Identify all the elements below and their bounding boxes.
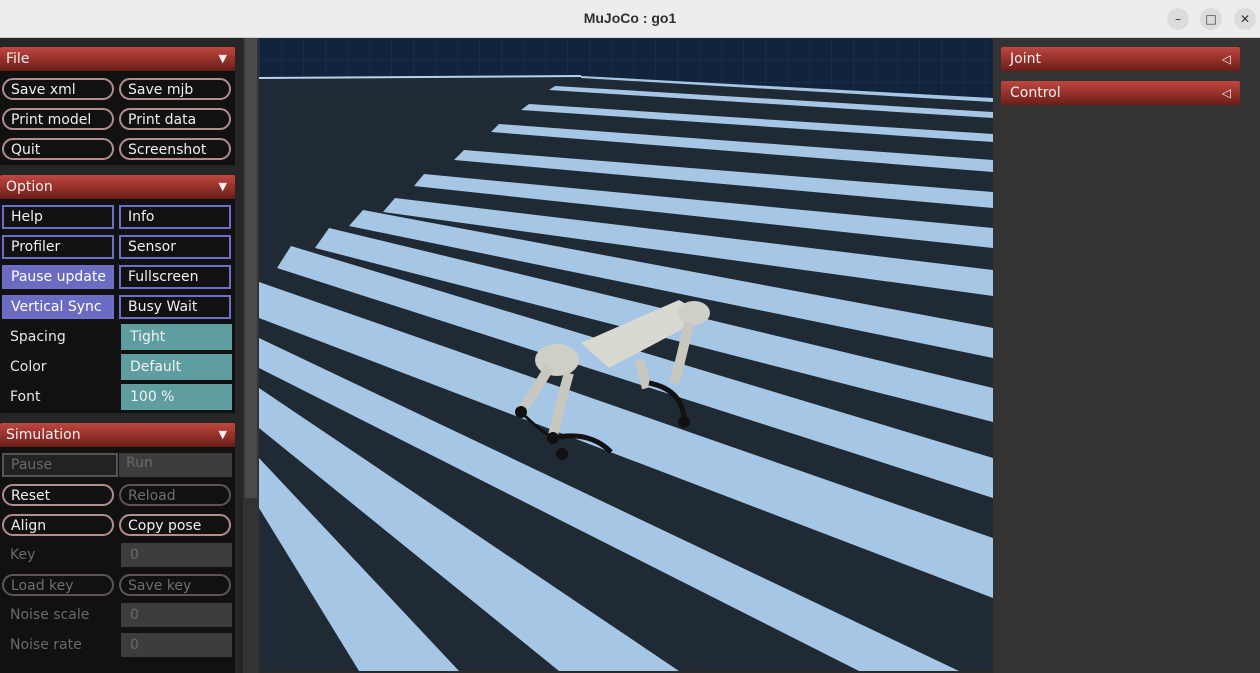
collapse-arrow-icon: ▼ [218, 52, 227, 65]
screenshot-button[interactable]: Screenshot [119, 138, 231, 160]
scrollbar-thumb[interactable] [245, 38, 257, 498]
profiler-toggle[interactable]: Profiler [2, 235, 114, 259]
option-section-title: Option [6, 179, 53, 195]
print-model-button[interactable]: Print model [2, 108, 114, 130]
save-xml-button[interactable]: Save xml [2, 78, 114, 100]
run-radio[interactable]: Run [119, 453, 232, 477]
simulation-section-title: Simulation [6, 427, 81, 443]
window-title: MuJoCo : go1 [583, 10, 677, 26]
fullscreen-toggle[interactable]: Fullscreen [119, 265, 231, 289]
reload-button[interactable]: Reload [119, 484, 231, 506]
3d-viewport[interactable] [259, 38, 993, 671]
maximize-icon[interactable]: □ [1200, 8, 1222, 30]
noise-rate-label: Noise rate [10, 637, 82, 653]
noise-rate-slider[interactable]: 0 [121, 633, 232, 657]
close-icon[interactable]: ✕ [1234, 8, 1256, 30]
scene-render [259, 38, 993, 671]
expand-arrow-icon: ◁ [1221, 86, 1231, 100]
busy-wait-toggle[interactable]: Busy Wait [119, 295, 231, 319]
vertical-sync-toggle[interactable]: Vertical Sync [2, 295, 114, 319]
key-slider[interactable]: 0 [121, 543, 232, 567]
simulation-section-header[interactable]: Simulation ▼ [0, 423, 235, 447]
font-label: Font [10, 389, 41, 405]
expand-arrow-icon: ◁ [1221, 52, 1231, 66]
color-label: Color [10, 359, 47, 375]
copy-pose-button[interactable]: Copy pose [119, 514, 231, 536]
file-section-header[interactable]: File ▼ [0, 47, 235, 71]
collapse-arrow-icon: ▼ [218, 180, 227, 193]
color-select[interactable]: Default [121, 354, 232, 380]
control-section-header[interactable]: Control ◁ [1001, 81, 1240, 105]
align-button[interactable]: Align [2, 514, 114, 536]
joint-section-title: Joint [1010, 51, 1041, 67]
print-data-button[interactable]: Print data [119, 108, 231, 130]
save-mjb-button[interactable]: Save mjb [119, 78, 231, 100]
spacing-select[interactable]: Tight [121, 324, 232, 350]
collapse-arrow-icon: ▼ [218, 428, 227, 441]
pause-radio[interactable]: Pause [2, 453, 118, 477]
sensor-toggle[interactable]: Sensor [119, 235, 231, 259]
title-bar: MuJoCo : go1 – □ ✕ [0, 0, 1260, 38]
file-section-title: File [6, 51, 30, 67]
noise-scale-slider[interactable]: 0 [121, 603, 232, 627]
minimize-icon[interactable]: – [1167, 8, 1189, 30]
right-ui-panel [993, 38, 1260, 673]
key-label: Key [10, 547, 36, 563]
spacing-label: Spacing [10, 329, 66, 345]
control-section-title: Control [1010, 85, 1061, 101]
load-key-button[interactable]: Load key [2, 574, 114, 596]
quit-button[interactable]: Quit [2, 138, 114, 160]
noise-scale-label: Noise scale [10, 607, 90, 623]
reset-button[interactable]: Reset [2, 484, 114, 506]
info-toggle[interactable]: Info [119, 205, 231, 229]
save-key-button[interactable]: Save key [119, 574, 231, 596]
option-section-header[interactable]: Option ▼ [0, 175, 235, 199]
joint-section-header[interactable]: Joint ◁ [1001, 47, 1240, 71]
font-select[interactable]: 100 % [121, 384, 232, 410]
left-ui-panel: File ▼ Save xml Save mjb Print model Pri… [0, 38, 243, 673]
help-toggle[interactable]: Help [2, 205, 114, 229]
pause-update-toggle[interactable]: Pause update [2, 265, 114, 289]
